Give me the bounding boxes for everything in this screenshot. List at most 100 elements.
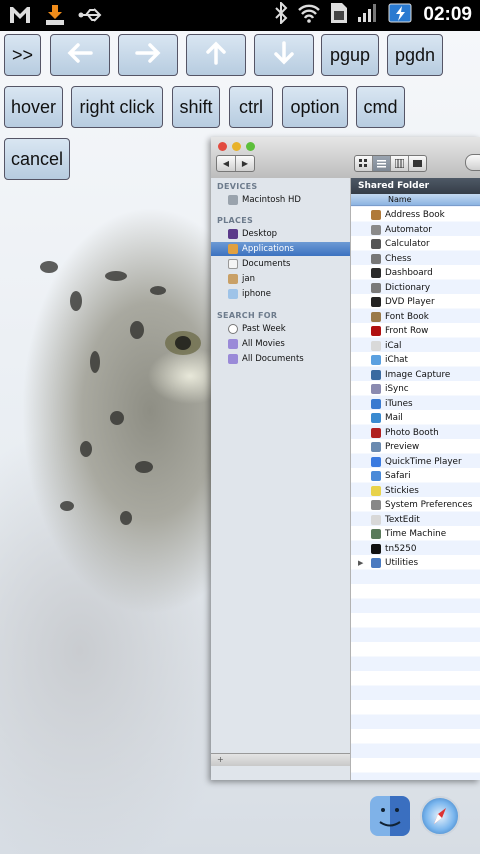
expand-keys-button[interactable]: >> [4, 34, 41, 76]
cancel-button[interactable]: cancel [4, 138, 70, 180]
download-icon [44, 4, 66, 30]
option-button[interactable]: option [282, 86, 348, 128]
sidebar-item-applications[interactable]: Applications [211, 242, 350, 256]
cmd-button[interactable]: cmd [356, 86, 405, 128]
places-heading: PLACES [217, 216, 254, 225]
file-name: TextEdit [385, 514, 420, 525]
search-for-heading: SEARCH FOR [217, 311, 278, 320]
file-row[interactable]: Address Book [351, 208, 480, 223]
desktop-icon [228, 229, 238, 239]
path-title: Shared Folder [351, 178, 480, 194]
file-name: iSync [385, 384, 409, 395]
sidebar-item-documents[interactable]: Documents [211, 257, 350, 271]
ctrl-button[interactable]: ctrl [229, 86, 273, 128]
file-name: Photo Booth [385, 427, 439, 438]
app-icon [371, 558, 381, 569]
file-name: Automator [385, 224, 432, 235]
file-row[interactable]: Preview [351, 440, 480, 455]
app-icon [371, 543, 381, 554]
file-name: Front Row [385, 326, 429, 337]
pgup-button[interactable]: pgup [321, 34, 379, 76]
sidebar-item-all-movies[interactable]: All Movies [211, 337, 350, 351]
file-row[interactable]: Front Row [351, 324, 480, 339]
sidebar-item-iphone[interactable]: iphone [211, 287, 350, 301]
arrow-left-button[interactable] [50, 34, 110, 76]
hard-drive-icon [228, 195, 238, 205]
file-name: Chess [385, 253, 412, 264]
hover-button[interactable]: hover [4, 86, 63, 128]
app-icon [371, 224, 381, 235]
shift-button[interactable]: shift [172, 86, 220, 128]
arrow-down-icon [269, 40, 299, 70]
sidebar-item-desktop[interactable]: Desktop [211, 227, 350, 241]
add-icon[interactable]: + [217, 755, 224, 764]
file-row[interactable]: Image Capture [351, 368, 480, 383]
file-row[interactable]: ▶ Utilities [351, 556, 480, 571]
file-row[interactable]: System Preferences [351, 498, 480, 513]
close-window-button[interactable] [218, 142, 227, 151]
file-row[interactable]: Safari [351, 469, 480, 484]
coverflow-view-icon[interactable] [409, 156, 426, 171]
file-row[interactable]: Dictionary [351, 281, 480, 296]
view-mode-buttons [354, 155, 427, 172]
column-view-icon[interactable] [391, 156, 409, 171]
back-icon[interactable]: ◀ [217, 156, 236, 171]
sidebar-item-jan[interactable]: jan [211, 272, 350, 286]
window-titlebar: ◀ ▶ [211, 137, 480, 179]
file-list: Shared Folder Name Address Book Automator… [351, 178, 480, 780]
file-name: DVD Player [385, 297, 435, 308]
signal-icon [357, 3, 379, 27]
search-field[interactable] [465, 154, 480, 171]
finder-icon[interactable] [370, 796, 410, 836]
file-row[interactable]: Chess [351, 252, 480, 267]
pgdn-button[interactable]: pgdn [387, 34, 443, 76]
documents-icon [228, 259, 238, 269]
file-name: Preview [385, 442, 420, 453]
file-row[interactable]: QuickTime Player [351, 455, 480, 470]
file-row[interactable]: iCal [351, 339, 480, 354]
file-row[interactable]: Font Book [351, 310, 480, 325]
file-row[interactable]: iChat [351, 353, 480, 368]
finder-sidebar: DEVICES Macintosh HD PLACES Desktop Appl… [211, 178, 351, 780]
minimize-window-button[interactable] [232, 142, 241, 151]
file-row[interactable]: Calculator [351, 237, 480, 252]
list-view-icon[interactable] [373, 156, 391, 171]
file-row[interactable]: Stickies [351, 484, 480, 499]
file-row[interactable]: iSync [351, 382, 480, 397]
app-icon [371, 529, 381, 540]
file-row[interactable]: DVD Player [351, 295, 480, 310]
file-row[interactable]: Automator [351, 223, 480, 238]
forward-icon[interactable]: ▶ [236, 156, 254, 171]
file-row[interactable]: Dashboard [351, 266, 480, 281]
icon-view-icon[interactable] [355, 156, 373, 171]
app-icon [371, 239, 381, 250]
file-name: Dictionary [385, 282, 431, 293]
file-name: tn5250 [385, 543, 417, 554]
sidebar-bottom-bar: + [211, 753, 350, 766]
zoom-window-button[interactable] [246, 142, 255, 151]
file-row[interactable]: TextEdit [351, 513, 480, 528]
sidebar-item-all-documents[interactable]: All Documents [211, 352, 350, 366]
file-row[interactable]: Time Machine [351, 527, 480, 542]
file-row[interactable]: Photo Booth [351, 426, 480, 441]
app-icon [371, 297, 381, 308]
file-name: iTunes [385, 398, 413, 409]
disclosure-triangle-icon[interactable]: ▶ [358, 559, 363, 567]
file-row[interactable]: iTunes [351, 397, 480, 412]
safari-icon[interactable] [420, 796, 460, 836]
app-icon [371, 282, 381, 293]
arrow-right-button[interactable] [118, 34, 178, 76]
app-icon [371, 355, 381, 366]
file-row[interactable]: Mail [351, 411, 480, 426]
right-click-button[interactable]: right click [71, 86, 163, 128]
file-row[interactable]: tn5250 [351, 542, 480, 557]
arrow-left-icon [65, 41, 95, 70]
sidebar-item-past-week[interactable]: Past Week [211, 322, 350, 336]
arrow-up-button[interactable] [186, 34, 246, 76]
column-header-name[interactable]: Name [351, 194, 480, 206]
sidebar-item-macintosh-hd[interactable]: Macintosh HD [211, 193, 350, 207]
app-icon [371, 210, 381, 221]
app-icon [371, 340, 381, 351]
applications-icon [228, 244, 238, 254]
arrow-down-button[interactable] [254, 34, 314, 76]
